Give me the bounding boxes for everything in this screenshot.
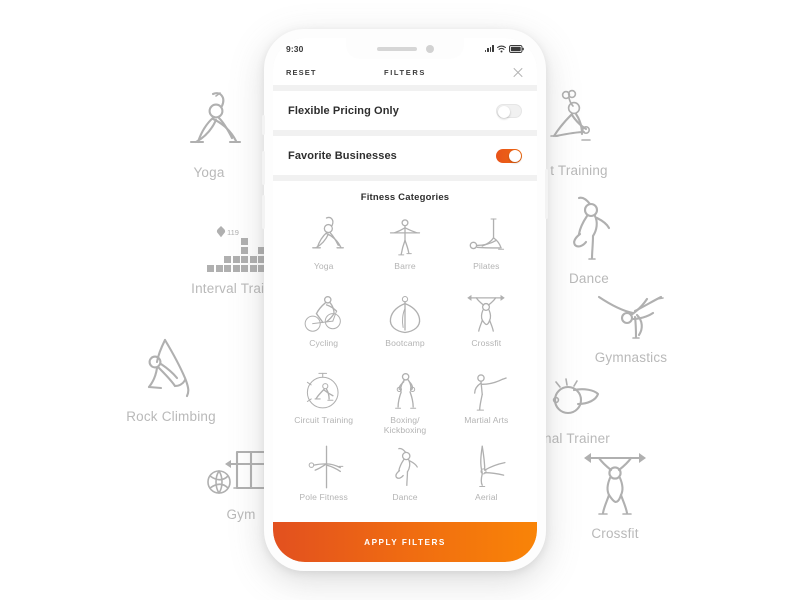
filters-nav-bar: RESET FILTERS [273,59,537,85]
bg-tile-label: Yoga [193,165,225,180]
category-label: Barre [394,261,416,271]
bg-tile-label: Dance [568,271,610,286]
yoga-icon [301,212,347,260]
canvas: Yoga 119 Interval Trainin Rock Climbing … [0,0,800,600]
flexible-pricing-toggle[interactable] [496,103,522,118]
apply-filters-label: APPLY FILTERS [364,537,446,547]
category-label: Martial Arts [464,415,509,425]
phone-screen: 9:30 RESET FILTERS Flexible Pricing Only… [273,38,537,562]
page-title: FILTERS [384,67,426,77]
power-button[interactable] [545,169,548,219]
bg-tile-label: Gymnastics [594,350,668,365]
categories-grid: Yoga Barre Pilates Cycling Bootcamp Cros… [273,212,537,562]
crossfit-icon [584,453,646,515]
bg-tile-gymnastics: Gymnastics [572,287,690,365]
apply-filters-button[interactable]: APPLY FILTERS [273,522,537,562]
category-label: Cycling [309,338,339,348]
category-yoga[interactable]: Yoga [283,212,364,285]
gymnastics-icon [597,295,664,339]
category-label: Aerial [475,492,498,502]
boxing-kickboxing-icon [382,366,428,414]
pilates-icon [463,212,509,260]
bg-tile-label: t Training [550,163,608,178]
dance-icon [382,443,428,491]
categories-heading: Fitness Categories [360,192,450,203]
category-label: Crossfit [471,338,502,348]
earpiece-speaker [376,46,417,51]
category-bootcamp[interactable]: Bootcamp [364,289,445,362]
cycling-icon [301,289,347,337]
volume-up-button[interactable] [262,151,265,185]
martial-arts-icon [463,366,509,414]
bg-tile-label: Gym [226,507,256,522]
category-label: Yoga [313,261,334,271]
bg-tile-crossfit: Crossfit [556,447,674,541]
category-label: Pilates [473,261,500,271]
category-aerial[interactable]: Aerial [446,443,527,516]
battery-icon [509,44,524,53]
category-label: Pole Fitness [299,492,348,502]
pole-fitness-icon [301,443,347,491]
circuit-training-icon [301,366,347,414]
category-label: Bootcamp [385,338,425,348]
status-time: 9:30 [286,43,304,54]
category-pilates[interactable]: Pilates [446,212,527,285]
wifi-icon [497,45,506,52]
status-indicators [484,44,524,53]
category-crossfit[interactable]: Crossfit [446,289,527,362]
yoga-icon [189,92,242,144]
favorite-businesses-toggle[interactable] [496,148,522,163]
cellular-signal-icon [484,45,494,52]
bg-tile-label: nal Trainer [544,431,610,446]
circuit-training-icon [550,89,591,141]
fitness-categories-panel: Fitness Categories Yoga Barre Pilates Cy… [273,181,537,562]
front-camera [425,44,434,53]
filter-row-flexible-pricing[interactable]: Flexible Pricing Only [273,91,537,130]
filter-label: Favorite Businesses [288,149,397,162]
category-circuit-training[interactable]: Circuit Training [283,366,364,439]
phone-mockup: 9:30 RESET FILTERS Flexible Pricing Only… [262,29,548,571]
bg-tile-yoga: Yoga [150,88,268,180]
category-label: Boxing/ Kickboxing [383,415,427,436]
category-cycling[interactable]: Cycling [283,289,364,362]
barre-icon [382,212,428,260]
filter-row-favorite-businesses[interactable]: Favorite Businesses [273,136,537,175]
reset-button[interactable]: RESET [286,68,317,77]
toggle-knob [498,105,510,118]
dance-icon [573,196,611,260]
toggle-knob [509,149,521,162]
rock-climbing-icon [147,338,190,398]
category-martial-arts[interactable]: Martial Arts [446,366,527,439]
silence-switch[interactable] [262,115,265,135]
category-dance[interactable]: Dance [364,443,445,516]
bg-tile-label: Rock Climbing [126,409,216,424]
aerial-icon [463,443,509,491]
volume-down-button[interactable] [262,195,265,229]
filters-screen: Flexible Pricing Only Favorite Businesse… [273,85,537,562]
category-label: Dance [392,492,418,502]
close-icon[interactable] [512,66,524,78]
svg-text:119: 119 [227,228,239,237]
category-barre[interactable]: Barre [364,212,445,285]
category-pole-fitness[interactable]: Pole Fitness [283,443,364,516]
personal-trainer-icon [552,378,600,415]
filter-label: Flexible Pricing Only [288,104,399,117]
bootcamp-icon [382,289,428,337]
crossfit-icon [463,289,509,337]
bg-tile-label: Crossfit [591,526,639,541]
bg-tile-rock-climbing: Rock Climbing [112,330,230,424]
category-boxing-kickboxing[interactable]: Boxing/ Kickboxing [364,366,445,439]
phone-notch [346,38,464,59]
category-label: Circuit Training [294,415,354,425]
